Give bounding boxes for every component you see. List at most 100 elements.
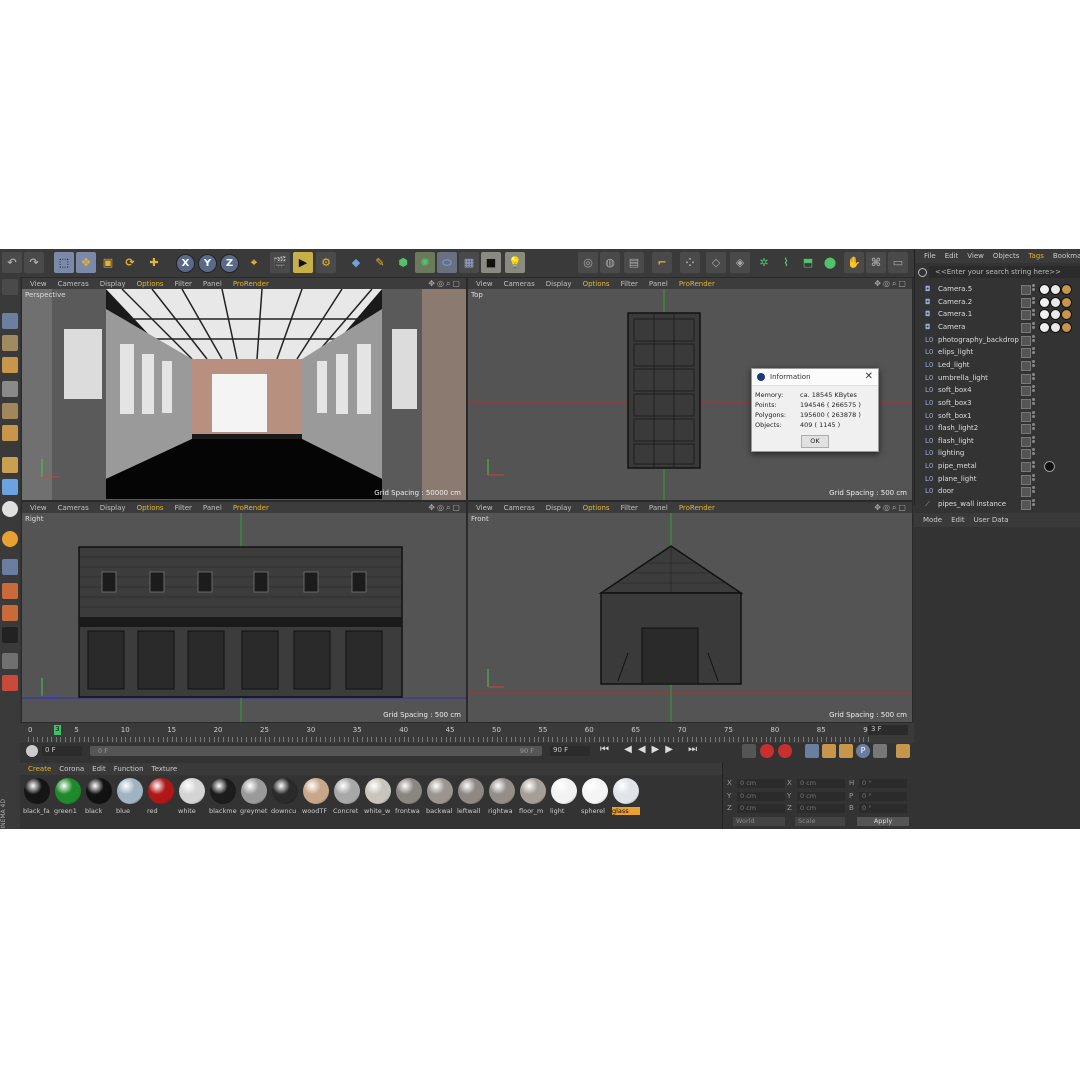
menu-bookmarks[interactable]: Bookmarks bbox=[1053, 252, 1080, 260]
coordinate-field[interactable]: 0 cm bbox=[797, 791, 845, 801]
render-view-icon[interactable]: 🎬 bbox=[270, 252, 290, 273]
menu-mode[interactable]: Mode bbox=[923, 516, 942, 524]
key-scale-icon[interactable] bbox=[822, 744, 836, 758]
tweak-icon[interactable] bbox=[2, 479, 18, 495]
object-row[interactable]: ◘ Camera.1 bbox=[915, 308, 1080, 321]
coordinate-system-icon[interactable]: ⌖ bbox=[244, 252, 264, 273]
cloner-icon[interactable]: ✺ bbox=[415, 252, 435, 273]
make-editable-icon[interactable] bbox=[2, 279, 18, 295]
camera-tag-icon[interactable] bbox=[1050, 296, 1061, 308]
object-row[interactable]: L0 soft_box1 bbox=[915, 410, 1080, 422]
python-icon[interactable]: ⌘ bbox=[866, 252, 886, 273]
material-swatch[interactable]: backwal bbox=[426, 778, 454, 818]
viewport-front[interactable]: View Cameras Display Options Filter Pane… bbox=[467, 501, 913, 723]
deformer-icon[interactable]: ⬭ bbox=[437, 252, 457, 273]
visibility-dots[interactable] bbox=[1032, 372, 1035, 383]
object-row[interactable]: L0 pipe_metal bbox=[915, 460, 1080, 473]
visibility-dots[interactable] bbox=[1032, 461, 1035, 471]
axis-modeling-icon[interactable]: ⌐ bbox=[652, 252, 672, 273]
snap-icon[interactable]: ◎ bbox=[578, 252, 598, 273]
close-icon[interactable]: ✕ bbox=[865, 371, 873, 382]
menu-function[interactable]: Function bbox=[114, 765, 144, 773]
key-pla-icon[interactable] bbox=[873, 744, 887, 758]
menu-options[interactable]: Options bbox=[137, 280, 164, 288]
coordinate-field[interactable]: 0 cm bbox=[737, 804, 785, 813]
protection-tag-icon[interactable] bbox=[1061, 309, 1072, 321]
enable-checkbox[interactable] bbox=[1021, 322, 1031, 333]
menu-view[interactable]: View bbox=[476, 280, 493, 288]
camera-tag-icon[interactable] bbox=[1050, 321, 1061, 333]
key-parameter-icon[interactable]: P bbox=[856, 744, 870, 758]
menu-create[interactable]: Create bbox=[28, 765, 51, 773]
enable-checkbox[interactable] bbox=[1021, 297, 1031, 308]
enable-checkbox[interactable] bbox=[1021, 424, 1031, 435]
points-icon[interactable] bbox=[2, 381, 18, 397]
axis-x-button[interactable]: X bbox=[176, 254, 195, 273]
visibility-dots[interactable] bbox=[1032, 435, 1035, 446]
locked-workplane-icon[interactable]: ▤ bbox=[624, 252, 644, 273]
material-swatch[interactable]: woodTF bbox=[302, 778, 330, 818]
move-tool-icon[interactable]: ✥ bbox=[76, 252, 96, 273]
enable-checkbox[interactable] bbox=[1021, 360, 1031, 371]
transform-tool-icon[interactable]: ✚ bbox=[144, 252, 164, 273]
object-row[interactable]: L0 flash_light2 bbox=[915, 422, 1080, 435]
visibility-dots[interactable] bbox=[1032, 284, 1035, 294]
enable-checkbox[interactable] bbox=[1021, 436, 1031, 447]
points-mode-icon[interactable]: ⁘ bbox=[680, 252, 700, 273]
current-frame-field[interactable]: 3 F bbox=[868, 725, 908, 735]
menu-edit[interactable]: Edit bbox=[945, 252, 959, 260]
camera-tag-icon[interactable] bbox=[1039, 321, 1050, 333]
visibility-dots[interactable] bbox=[1032, 385, 1035, 395]
camera-tag-icon[interactable] bbox=[1039, 296, 1050, 308]
visibility-dots[interactable] bbox=[1032, 334, 1035, 345]
spline-tool-icon[interactable]: ⌇ bbox=[776, 252, 796, 273]
object-row[interactable]: L0 plane_light bbox=[915, 473, 1080, 485]
menu-prorender[interactable]: ProRender bbox=[679, 504, 715, 512]
visibility-dots[interactable] bbox=[1032, 410, 1035, 421]
material-swatch[interactable]: black bbox=[85, 778, 113, 818]
snapping-icon[interactable] bbox=[2, 501, 18, 517]
menu-options[interactable]: Options bbox=[583, 280, 610, 288]
menu-user-data[interactable]: User Data bbox=[974, 516, 1009, 524]
end-frame-field[interactable]: 90 F bbox=[550, 746, 590, 756]
viewport-nav-icons[interactable]: ✥◎⌕▢ bbox=[428, 503, 462, 513]
auto-key-icon[interactable] bbox=[778, 744, 792, 758]
material-swatch[interactable]: spherel bbox=[581, 778, 609, 818]
fields-icon[interactable] bbox=[2, 583, 18, 599]
material-swatch[interactable]: frontwa bbox=[395, 778, 423, 818]
protection-tag-icon[interactable] bbox=[1061, 284, 1072, 295]
viewport-perspective[interactable]: View Cameras Display Options Filter Pane… bbox=[21, 277, 467, 501]
sculpt-icon[interactable]: ✋ bbox=[844, 252, 864, 273]
material-swatch[interactable]: blue bbox=[116, 778, 144, 818]
enable-checkbox[interactable] bbox=[1021, 386, 1031, 397]
visibility-dots[interactable] bbox=[1032, 423, 1035, 433]
script-icon[interactable] bbox=[2, 675, 18, 691]
menu-cameras[interactable]: Cameras bbox=[58, 280, 89, 288]
paint-tool-icon[interactable]: ⬤ bbox=[820, 252, 840, 273]
menu-view[interactable]: View bbox=[30, 504, 47, 512]
coordinate-field[interactable]: 0 ° bbox=[859, 779, 907, 788]
menu-filter[interactable]: Filter bbox=[175, 504, 192, 512]
menu-prorender[interactable]: ProRender bbox=[233, 280, 269, 288]
menu-panel[interactable]: Panel bbox=[649, 280, 668, 288]
visibility-dots[interactable] bbox=[1032, 359, 1035, 370]
coordinate-field[interactable]: 0 cm bbox=[797, 779, 845, 788]
layout-icon[interactable]: ▭ bbox=[888, 252, 908, 273]
camera-tag-icon[interactable] bbox=[1039, 309, 1050, 321]
menu-view[interactable]: View bbox=[30, 280, 47, 288]
menu-tags[interactable]: Tags bbox=[1028, 252, 1044, 260]
object-row[interactable]: L0 photography_backdrop bbox=[915, 334, 1080, 346]
object-row[interactable]: L0 elips_light bbox=[915, 346, 1080, 359]
object-row[interactable]: L0 umbrella_light bbox=[915, 372, 1080, 384]
camera-tag-icon[interactable] bbox=[1050, 284, 1061, 295]
visibility-dots[interactable] bbox=[1032, 309, 1035, 319]
workplane-mode-icon[interactable] bbox=[2, 357, 18, 373]
keyframe-icon[interactable] bbox=[742, 744, 756, 758]
key-rotation-icon[interactable] bbox=[839, 744, 853, 758]
enable-checkbox[interactable] bbox=[1021, 348, 1031, 359]
material-tag-icon[interactable] bbox=[1044, 461, 1055, 473]
viewport-nav-icons[interactable]: ✥◎⌕▢ bbox=[874, 503, 908, 513]
menu-corona[interactable]: Corona bbox=[59, 765, 84, 773]
enable-checkbox[interactable] bbox=[1021, 373, 1031, 384]
visibility-dots[interactable] bbox=[1032, 473, 1035, 484]
